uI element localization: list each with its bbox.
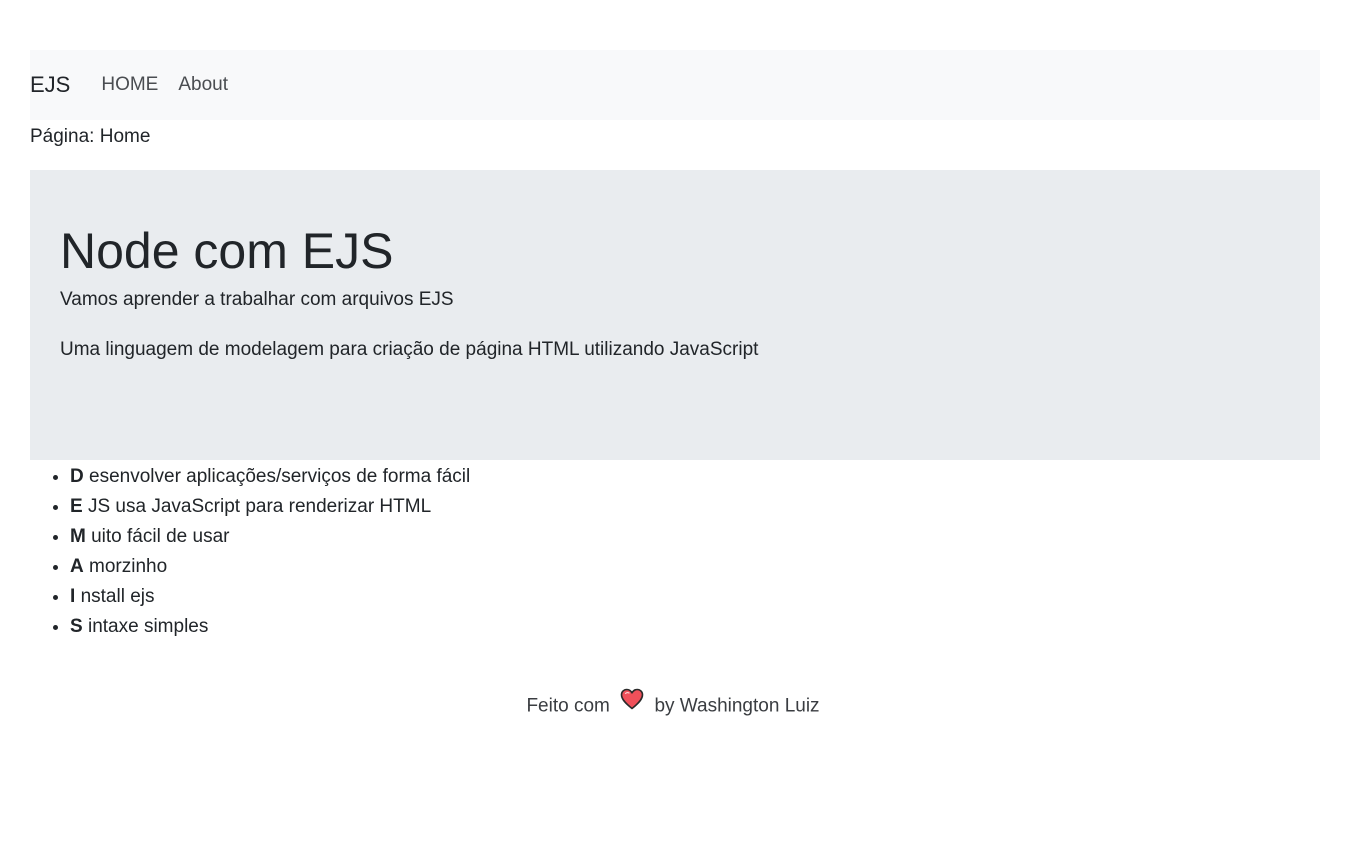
list-item: A morzinho [70,552,1320,582]
footer-suffix: by Washington Luiz [654,695,820,717]
navbar-brand[interactable]: EJS [30,72,70,98]
list-item-text: intaxe simples [87,616,209,637]
list-item-text: morzinho [89,556,168,577]
nav-link-about[interactable]: About [178,74,228,96]
list-item-letter: E [70,496,83,517]
jumbotron-lead: Vamos aprender a trabalhar com arquivos … [60,289,454,310]
footer-prefix: Feito com [526,695,610,717]
page-container: EJS HOME About Página: Home Node com EJS… [30,50,1320,642]
navbar: EJS HOME About [30,50,1320,120]
list-item: M uito fácil de usar [70,522,1320,552]
heart-icon [620,688,644,721]
list-item: S intaxe simples [70,612,1320,642]
nav-link-home[interactable]: HOME [101,74,158,96]
list-item-text: esenvolver aplicações/serviços de forma … [89,466,471,487]
list-item: D esenvolver aplicações/serviços de form… [70,462,1320,492]
footer: Feito com by Washington Luiz [0,688,1346,723]
features-list: D esenvolver aplicações/serviços de form… [30,462,1320,642]
page-label: Página: Home [30,126,151,147]
list-item-text: uito fácil de usar [91,526,230,547]
list-item: I nstall ejs [70,582,1320,612]
list-item-letter: D [70,466,84,487]
list-item-text: JS usa JavaScript para renderizar HTML [87,496,432,517]
list-item-letter: I [70,586,76,607]
jumbotron-description: Uma linguagem de modelagem para criação … [60,339,759,360]
jumbotron: Node com EJS Vamos aprender a trabalhar … [30,170,1320,460]
list-item-text: nstall ejs [80,586,155,607]
list-item-letter: S [70,616,83,637]
list-item: E JS usa JavaScript para renderizar HTML [70,492,1320,522]
list-item-letter: M [70,526,86,547]
jumbotron-title: Node com EJS [60,223,394,279]
list-item-letter: A [70,556,84,577]
